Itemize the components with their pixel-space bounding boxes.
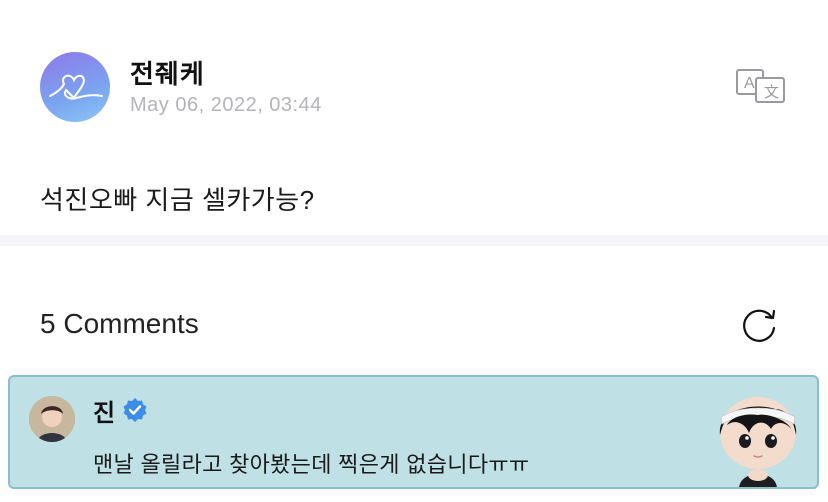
comments-count: 5 Comments bbox=[40, 308, 199, 339]
author-avatar[interactable] bbox=[40, 52, 110, 122]
verified-badge bbox=[122, 397, 148, 423]
character-sticker bbox=[705, 383, 811, 487]
post-timestamp: May 06, 2022, 03:44 bbox=[130, 94, 322, 116]
author-name[interactable]: 전줴케 bbox=[130, 54, 205, 91]
svg-text:文: 文 bbox=[764, 83, 779, 101]
refresh-button[interactable] bbox=[740, 304, 780, 344]
svg-text:A: A bbox=[744, 75, 755, 92]
heart-doodle-icon bbox=[49, 74, 103, 100]
post-header: 전줴케 May 06, 2022, 03:44 A 文 bbox=[40, 52, 788, 124]
person-photo-icon bbox=[29, 396, 75, 442]
comment-avatar[interactable] bbox=[29, 396, 75, 442]
verified-icon bbox=[123, 398, 147, 422]
character-doll-icon bbox=[719, 397, 797, 487]
translate-button[interactable]: A 文 bbox=[736, 68, 786, 104]
post-page: 전줴케 May 06, 2022, 03:44 A 文 석진오빠 지금 셀카가능… bbox=[0, 0, 828, 502]
comment-author[interactable]: 진 bbox=[93, 393, 115, 428]
comment-card[interactable]: 진 맨날 올릴라고 찾아봤는데 찍은게 없습니다ㅠㅠ bbox=[8, 375, 819, 489]
comment-text: 맨날 올릴라고 찾아봤는데 찍은게 없습니다ㅠㅠ bbox=[93, 452, 530, 477]
refresh-icon bbox=[743, 309, 776, 342]
translate-icon: A 文 bbox=[736, 69, 785, 103]
post-body: 석진오빠 지금 셀카가능? bbox=[40, 185, 315, 215]
section-divider bbox=[0, 235, 828, 246]
